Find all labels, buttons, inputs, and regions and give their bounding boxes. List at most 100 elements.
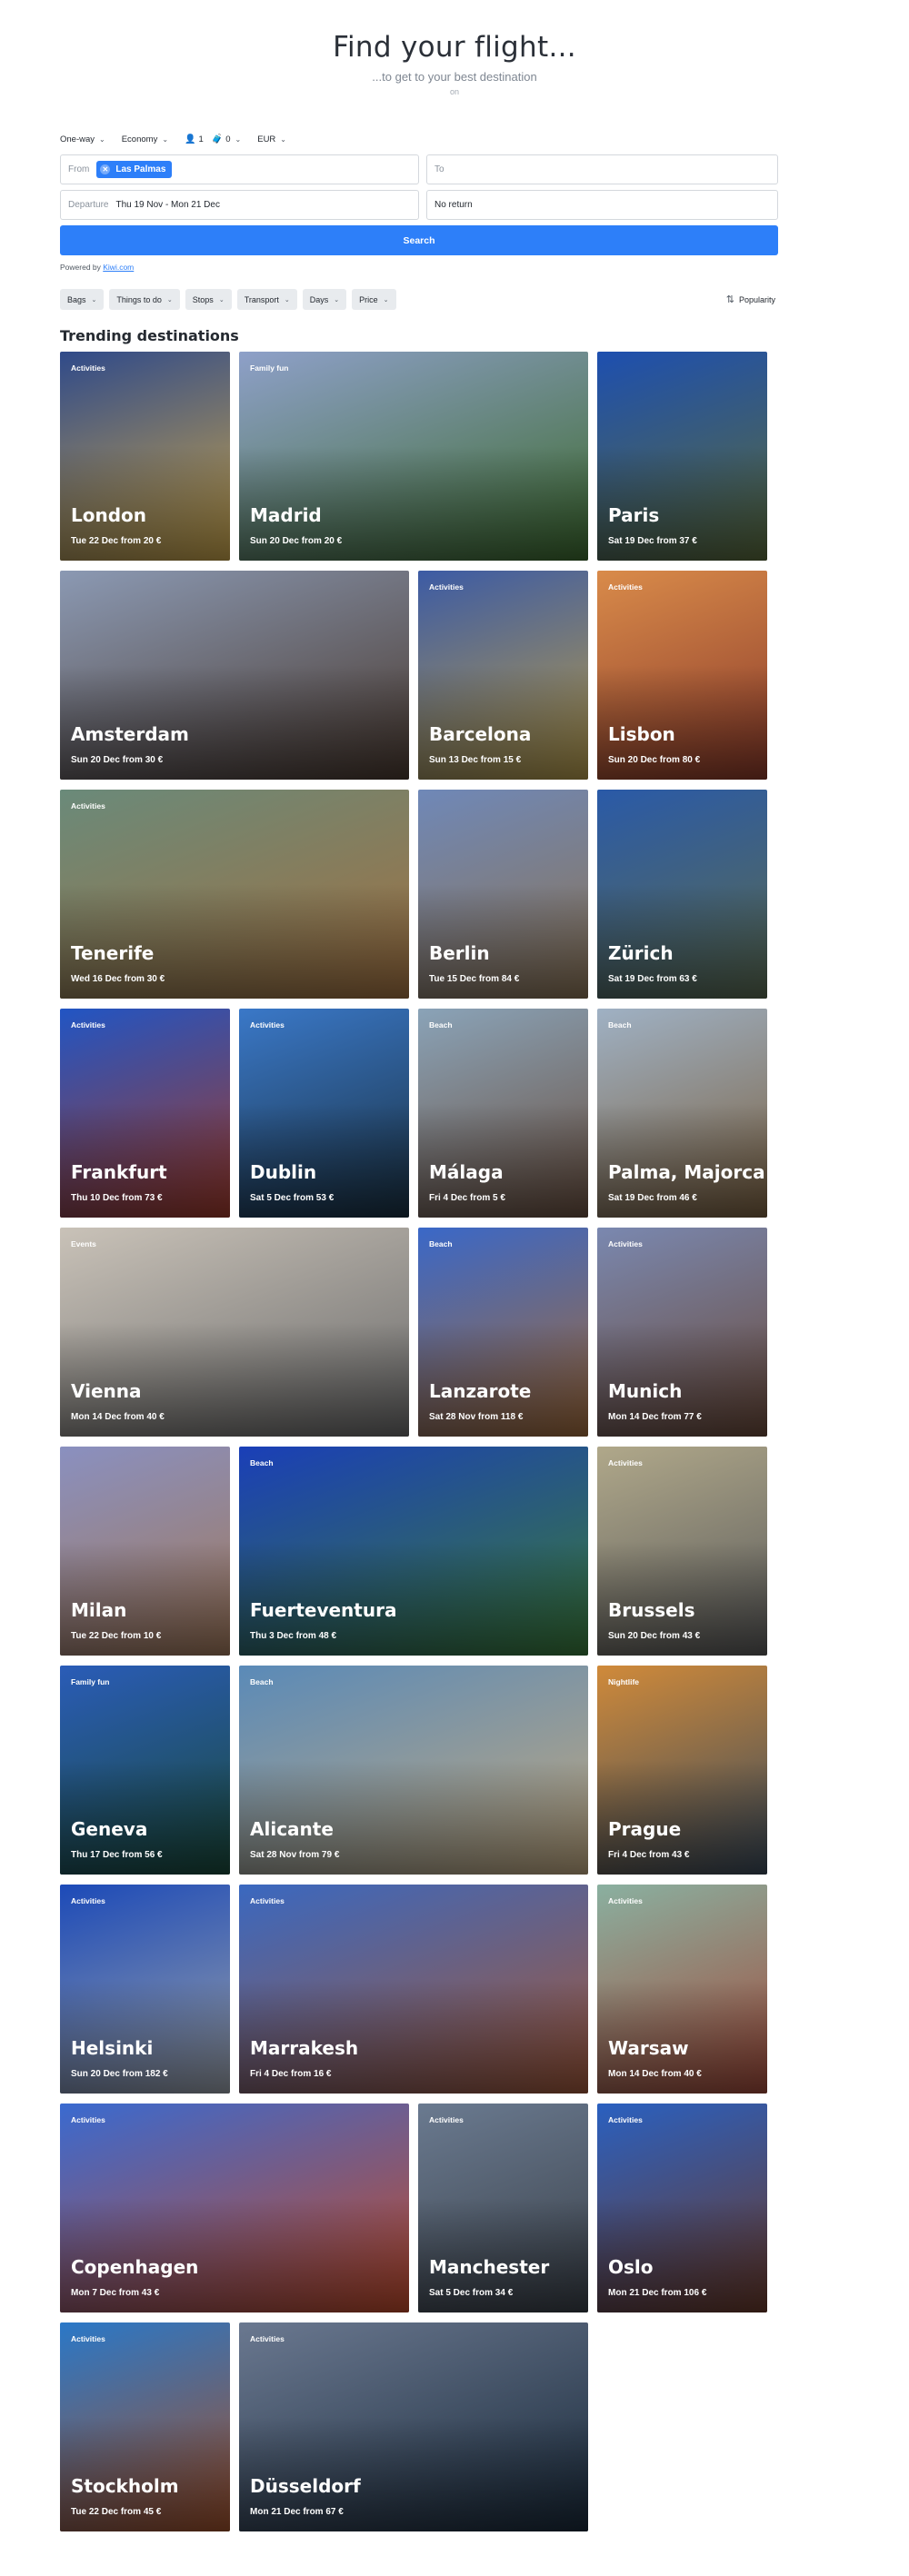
- passengers-bags-select[interactable]: 👤 1 🧳 0 ⌄: [185, 134, 241, 144]
- destination-tag: Family fun: [250, 363, 289, 373]
- destination-card[interactable]: Beach Alicante Sat 28 Nov from 79 €: [239, 1666, 588, 1875]
- destination-tag: Beach: [429, 1239, 453, 1248]
- destination-card[interactable]: Activities Warsaw Mon 14 Dec from 40 €: [597, 1885, 767, 2094]
- destination-city: Warsaw: [608, 2037, 689, 2059]
- kiwi-link[interactable]: Kiwi.com: [103, 263, 134, 272]
- chevron-down-icon: ⌄: [91, 296, 97, 303]
- filter-button[interactable]: Price ⌄: [352, 289, 396, 310]
- close-icon[interactable]: ✕: [100, 164, 111, 174]
- from-field[interactable]: From ✕ Las Palmas: [60, 154, 419, 184]
- destination-city: Helsinki: [71, 2037, 154, 2059]
- destination-deal: Mon 21 Dec from 106 €: [608, 2288, 707, 2298]
- destination-card[interactable]: Activities Brussels Sun 20 Dec from 43 €: [597, 1447, 767, 1656]
- destination-tag: Beach: [608, 1020, 632, 1029]
- to-label: To: [435, 164, 445, 174]
- adults-count: 1: [198, 134, 204, 144]
- currency-select[interactable]: EUR ⌄: [257, 134, 286, 144]
- destination-tag: Activities: [71, 1896, 105, 1905]
- bag-icon: 🧳: [211, 134, 224, 144]
- destination-deal: Fri 4 Dec from 5 €: [429, 1193, 505, 1203]
- destination-city: London: [71, 504, 147, 526]
- destination-card[interactable]: Activities Frankfurt Thu 10 Dec from 73 €: [60, 1009, 230, 1218]
- destination-card[interactable]: Activities Marrakesh Fri 4 Dec from 16 €: [239, 1885, 588, 2094]
- destination-card[interactable]: Events Vienna Mon 14 Dec from 40 €: [60, 1228, 409, 1437]
- destination-city: Madrid: [250, 504, 322, 526]
- destination-card[interactable]: Activities Stockholm Tue 22 Dec from 45 €: [60, 2322, 230, 2531]
- filter-button[interactable]: Days ⌄: [302, 289, 347, 310]
- destination-card[interactable]: Beach Málaga Fri 4 Dec from 5 €: [418, 1009, 588, 1218]
- destination-tag: Activities: [429, 2115, 464, 2124]
- sort-label: Popularity: [738, 294, 775, 304]
- destination-city: Palma, Majorca: [608, 1161, 765, 1183]
- from-place-chip[interactable]: ✕ Las Palmas: [96, 161, 173, 178]
- destination-card[interactable]: Family fun Geneva Thu 17 Dec from 56 €: [60, 1666, 230, 1875]
- cabin-select[interactable]: Economy ⌄: [122, 134, 168, 144]
- destination-city: Copenhagen: [71, 2256, 199, 2278]
- filter-button[interactable]: Stops ⌄: [185, 289, 232, 310]
- destination-deal: Sun 20 Dec from 182 €: [71, 2069, 168, 2079]
- destination-city: Lisbon: [608, 723, 675, 745]
- destination-card[interactable]: Activities Tenerife Wed 16 Dec from 30 €: [60, 790, 409, 999]
- departure-value: Thu 19 Nov - Mon 21 Dec: [115, 200, 220, 210]
- to-field[interactable]: To: [426, 154, 778, 184]
- filter-button[interactable]: Transport ⌄: [236, 289, 297, 310]
- destination-tag: Family fun: [71, 1677, 110, 1686]
- destination-tag: Activities: [608, 582, 643, 592]
- filter-label: Bags: [67, 294, 86, 304]
- destination-card[interactable]: Activities Manchester Sat 5 Dec from 34 €: [418, 2104, 588, 2312]
- destination-tag: Activities: [250, 1020, 285, 1029]
- departure-field[interactable]: Departure Thu 19 Nov - Mon 21 Dec: [60, 190, 419, 220]
- destination-tag: Activities: [250, 2334, 285, 2343]
- sort-select[interactable]: ⇅ Popularity: [726, 293, 775, 305]
- chevron-down-icon: ⌄: [218, 296, 225, 303]
- destination-city: Stockholm: [71, 2475, 179, 2497]
- destination-deal: Mon 14 Dec from 77 €: [608, 1412, 702, 1422]
- filter-button[interactable]: Bags ⌄: [60, 289, 105, 310]
- destination-card[interactable]: Activities Oslo Mon 21 Dec from 106 €: [597, 2104, 767, 2312]
- destination-card[interactable]: Nightlife Prague Fri 4 Dec from 43 €: [597, 1666, 767, 1875]
- destination-card[interactable]: Amsterdam Sun 20 Dec from 30 €: [60, 571, 409, 780]
- filter-button[interactable]: Things to do ⌄: [109, 289, 180, 310]
- destination-card[interactable]: Family fun Madrid Sun 20 Dec from 20 €: [239, 352, 588, 561]
- destination-card[interactable]: Berlin Tue 15 Dec from 84 €: [418, 790, 588, 999]
- destination-deal: Sat 28 Nov from 118 €: [429, 1412, 524, 1422]
- destination-tag: Activities: [608, 2115, 643, 2124]
- trip-type-label: One-way: [60, 134, 95, 144]
- destination-city: Frankfurt: [71, 1161, 167, 1183]
- destination-tag: Events: [71, 1239, 96, 1248]
- destination-card[interactable]: Zürich Sat 19 Dec from 63 €: [597, 790, 767, 999]
- chevron-down-icon: ⌄: [284, 296, 290, 303]
- destination-deal: Mon 7 Dec from 43 €: [71, 2288, 160, 2298]
- destination-city: Prague: [608, 1818, 682, 1840]
- destination-card[interactable]: Activities Dublin Sat 5 Dec from 53 €: [239, 1009, 409, 1218]
- destination-card[interactable]: Activities London Tue 22 Dec from 20 €: [60, 352, 230, 561]
- destination-card[interactable]: Activities Copenhagen Mon 7 Dec from 43 €: [60, 2104, 409, 2312]
- destination-tag: Beach: [250, 1677, 274, 1686]
- from-label: From: [68, 164, 90, 174]
- destination-card[interactable]: Activities Düsseldorf Mon 21 Dec from 67 €: [239, 2322, 588, 2531]
- destination-deal: Thu 10 Dec from 73 €: [71, 1193, 163, 1203]
- destination-card[interactable]: Activities Helsinki Sun 20 Dec from 182 €: [60, 1885, 230, 2094]
- destination-tag: Nightlife: [608, 1677, 639, 1686]
- destination-card[interactable]: Activities Munich Mon 14 Dec from 77 €: [597, 1228, 767, 1437]
- destination-deal: Sun 20 Dec from 20 €: [250, 536, 343, 546]
- trip-type-select[interactable]: One-way ⌄: [60, 134, 105, 144]
- return-field[interactable]: No return: [426, 190, 778, 220]
- destination-card[interactable]: Activities Barcelona Sun 13 Dec from 15 €: [418, 571, 588, 780]
- destination-card[interactable]: Beach Palma, Majorca Sat 19 Dec from 46 €: [597, 1009, 767, 1218]
- destination-deal: Mon 21 Dec from 67 €: [250, 2507, 344, 2517]
- chevron-down-icon: ⌄: [334, 296, 340, 303]
- destination-card[interactable]: Beach Lanzarote Sat 28 Nov from 118 €: [418, 1228, 588, 1437]
- destination-card[interactable]: Paris Sat 19 Dec from 37 €: [597, 352, 767, 561]
- destination-card[interactable]: Activities Lisbon Sun 20 Dec from 80 €: [597, 571, 767, 780]
- destination-card[interactable]: Milan Tue 22 Dec from 10 €: [60, 1447, 230, 1656]
- search-button[interactable]: Search: [60, 225, 778, 255]
- search-options: One-way ⌄ Economy ⌄ 👤 1 🧳 0 ⌄ EUR ⌄: [60, 133, 303, 145]
- destination-deal: Mon 14 Dec from 40 €: [71, 1412, 165, 1422]
- chevron-down-icon: ⌄: [235, 134, 242, 144]
- destination-deal: Mon 14 Dec from 40 €: [608, 2069, 702, 2079]
- departure-label: Departure: [68, 200, 109, 210]
- destination-card[interactable]: Beach Fuerteventura Thu 3 Dec from 48 €: [239, 1447, 588, 1656]
- destination-tag: Activities: [71, 2115, 105, 2124]
- cabin-label: Economy: [121, 134, 158, 144]
